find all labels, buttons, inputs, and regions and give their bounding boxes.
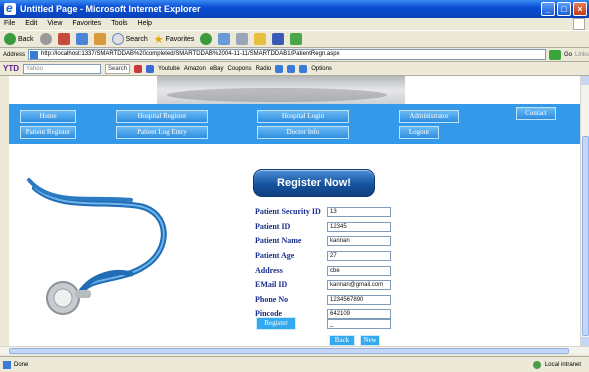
input-patient-age[interactable]: 27	[327, 251, 391, 261]
stop-icon[interactable]	[57, 33, 70, 45]
vertical-scroll-thumb[interactable]	[582, 136, 589, 336]
nav-administrator[interactable]: Administrator	[399, 110, 459, 123]
messenger-icon[interactable]	[272, 33, 285, 45]
page-done-icon	[3, 361, 11, 369]
extra-input[interactable]: _	[327, 319, 391, 329]
input-address[interactable]: cbe	[327, 266, 391, 276]
window-title: Untitled Page - Microsoft Internet Explo…	[20, 4, 201, 14]
nav-home[interactable]: Home	[20, 110, 76, 123]
folder-icon[interactable]	[254, 33, 267, 45]
back-button[interactable]: Back	[329, 335, 355, 346]
nav-doctor-info[interactable]: Doctor Info	[257, 126, 349, 139]
radio-link[interactable]: Radio	[256, 66, 272, 72]
menu-tools[interactable]: Tools	[111, 18, 127, 30]
label-address: Address	[255, 266, 283, 275]
label-patient-security-id: Patient Security ID	[255, 207, 321, 216]
nav-hospital-register[interactable]: Hospital Register	[116, 110, 208, 123]
print-icon[interactable]	[236, 33, 249, 45]
go-arrow-icon[interactable]	[549, 49, 561, 60]
nav-hospital-login[interactable]: Hospital Login	[257, 110, 349, 123]
search-button[interactable]: Search	[111, 33, 148, 45]
news-icon[interactable]	[287, 64, 296, 73]
status-bar: Done Local intranet	[0, 356, 589, 372]
bookmark-icon[interactable]	[134, 64, 143, 73]
input-patient-security-id[interactable]: 13	[327, 207, 391, 217]
input-email-id[interactable]: kannan@gmail.com	[327, 280, 391, 290]
label-phone-no: Phone No	[255, 295, 289, 304]
menu-edit[interactable]: Edit	[25, 18, 37, 30]
vertical-scrollbar[interactable]	[580, 76, 589, 346]
refresh-icon[interactable]	[75, 33, 88, 45]
star-icon: ★	[153, 33, 164, 46]
address-bar: Address http://localhost:1337/SMARTDDAB%…	[0, 48, 589, 62]
research-icon[interactable]	[290, 33, 303, 45]
weather-icon[interactable]	[275, 64, 284, 73]
menu-bar: File Edit View Favorites Tools Help	[0, 18, 589, 30]
command-toolbar: Back Search ★ Favorites	[0, 30, 589, 48]
register-button[interactable]: Register	[256, 317, 296, 330]
options-link[interactable]: Options	[311, 66, 332, 72]
home-icon[interactable]	[93, 33, 106, 45]
horizontal-scrollbar[interactable]	[0, 346, 589, 354]
nav-bar: Home Hospital Register Hospital Login Ad…	[9, 104, 580, 144]
input-pincode[interactable]: 642109	[327, 309, 391, 319]
register-now-heading: Register Now!	[253, 169, 375, 197]
links-label[interactable]: Links	[575, 52, 589, 58]
close-button[interactable]: ×	[573, 2, 587, 16]
scroll-down-arrow-icon[interactable]	[581, 337, 589, 346]
back-arrow-icon	[4, 33, 16, 45]
amazon-link[interactable]: Amazon	[184, 66, 206, 72]
minimize-button[interactable]: _	[541, 2, 555, 16]
search-icon	[111, 33, 124, 45]
nav-logout[interactable]: Logout	[399, 126, 439, 139]
youtube-link[interactable]: Youtube	[158, 66, 180, 72]
label-patient-name: Patient Name	[255, 236, 302, 245]
coupons-link[interactable]: Coupons	[228, 66, 252, 72]
label-patient-id: Patient ID	[255, 222, 291, 231]
nav-contact[interactable]: Contact	[516, 107, 556, 120]
games-icon[interactable]	[299, 64, 308, 73]
scroll-up-arrow-icon[interactable]	[581, 76, 589, 85]
windows-flag-icon	[573, 18, 585, 30]
ytd-logo: YTD	[3, 64, 19, 73]
page-content: Home Hospital Register Hospital Login Ad…	[9, 76, 580, 346]
page-icon	[30, 51, 39, 59]
label-email-id: EMail ID	[255, 280, 288, 289]
media-icon[interactable]	[200, 33, 213, 45]
menu-help[interactable]: Help	[138, 18, 152, 30]
status-text: Done	[14, 362, 29, 368]
new-button[interactable]: New	[360, 335, 380, 346]
header-banner	[157, 76, 405, 104]
yahoo-search-input[interactable]: Yahoo	[23, 63, 101, 74]
mail-icon[interactable]	[218, 33, 231, 45]
mail-icon[interactable]	[146, 64, 155, 73]
security-zone: Local intranet	[532, 357, 581, 372]
address-input[interactable]: http://localhost:1337/SMARTDDAB%20comple…	[28, 49, 547, 60]
nav-patient-log-entry[interactable]: Patient Log Entry	[116, 126, 208, 139]
intranet-icon	[532, 361, 541, 369]
window-title-bar: Untitled Page - Microsoft Internet Explo…	[0, 0, 589, 18]
back-button[interactable]: Back	[4, 33, 34, 45]
nav-patient-register[interactable]: Patient Register	[20, 126, 76, 139]
horizontal-scroll-thumb[interactable]	[9, 348, 569, 354]
maximize-button[interactable]: □	[557, 2, 571, 16]
yahoo-toolbar: YTD Yahoo Search Youtube Amazon eBay Cou…	[0, 62, 589, 76]
ie-logo-icon	[4, 0, 16, 17]
input-patient-name[interactable]: kannan	[327, 236, 391, 246]
stethoscope-image	[27, 178, 167, 315]
menu-favorites[interactable]: Favorites	[72, 18, 101, 30]
address-label: Address	[3, 51, 26, 58]
ebay-link[interactable]: eBay	[210, 66, 224, 72]
favorites-button[interactable]: ★ Favorites	[154, 33, 195, 46]
menu-view[interactable]: View	[47, 18, 62, 30]
yahoo-search-button[interactable]: Search	[105, 63, 131, 74]
go-button[interactable]: Go	[564, 52, 572, 58]
forward-button[interactable]	[39, 33, 52, 45]
input-patient-id[interactable]: 12345	[327, 222, 391, 232]
input-phone-no[interactable]: 1234567890	[327, 295, 391, 305]
label-patient-age: Patient Age	[255, 251, 295, 260]
menu-file[interactable]: File	[4, 18, 15, 30]
